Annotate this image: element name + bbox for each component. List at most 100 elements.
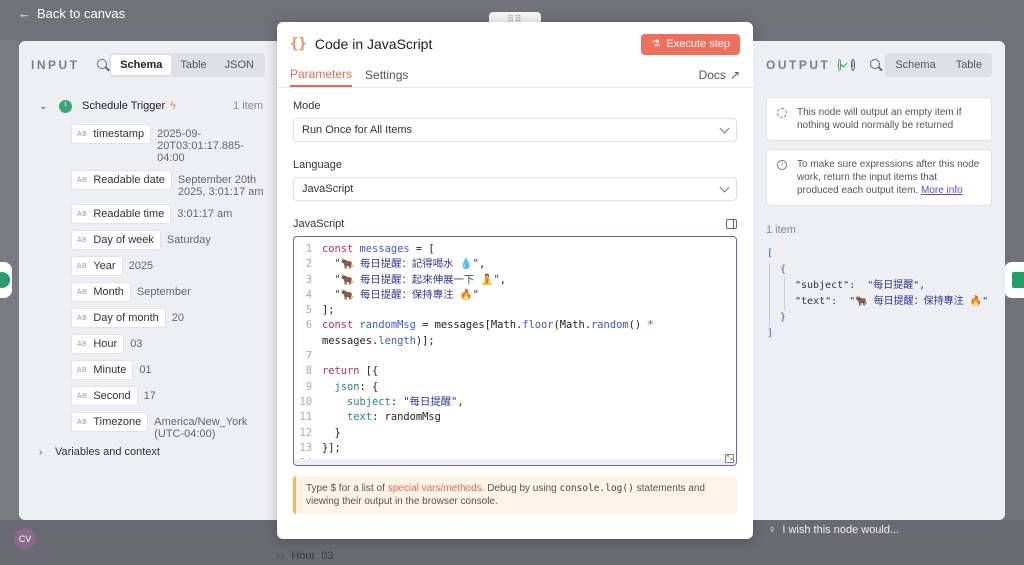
code-line[interactable]: 3 "🐂 每日提醒：起來伸展一下 🧘", — [294, 273, 736, 288]
field-pill[interactable]: AB Hour — [71, 334, 125, 354]
line-number: 6 — [305, 319, 312, 332]
json-value: "🐂 每日提醒：保持專注 🔥" — [849, 296, 989, 307]
code-line[interactable]: 1 const messages = [ — [294, 242, 736, 257]
view-schema[interactable]: Schema — [885, 53, 945, 77]
code-line[interactable]: 10 subject: "每日提醒", — [294, 395, 736, 410]
field-value: 2025-09-20T03:01:17.885-04:00 — [157, 128, 244, 164]
code-line[interactable]: 8 return [{ — [294, 364, 736, 379]
code-editor[interactable]: 1 const messages = [2 "🐂 每日提醒：記得喝水 💧", 3 "… — [293, 236, 737, 466]
field-value: 20 — [171, 312, 185, 324]
code-line[interactable]: 2 "🐂 每日提醒：記得喝水 💧", — [294, 257, 736, 272]
horizontal-scrollbar[interactable] — [294, 459, 736, 465]
code-text: "🐂 每日提醒：保持專注 🔥" — [334, 288, 479, 301]
info-icon[interactable]: i — [850, 59, 855, 71]
input-panel-title: INPUT — [31, 58, 80, 72]
field-name: Day of week — [93, 234, 154, 246]
canvas-node-left[interactable] — [0, 262, 12, 298]
hour-value: 03 — [321, 550, 334, 562]
mode-select[interactable]: Run Once for All Items — [293, 118, 737, 142]
field-pill[interactable]: AB Minute — [71, 360, 134, 380]
hint-text: Type $ for a list of — [306, 483, 388, 494]
search-icon[interactable] — [869, 58, 877, 72]
line-number: 12 — [299, 426, 312, 439]
json-entry: "text": "🐂 每日提醒：保持專注 🔥" — [795, 296, 989, 307]
modal-tabs: Parameters Settings Docs ↗ — [277, 66, 753, 88]
chevron-down-icon[interactable]: ⌄ — [39, 101, 51, 112]
field-pill[interactable]: AB Day of month — [71, 308, 166, 328]
code-line[interactable]: messages.length)]; — [294, 334, 736, 349]
chevron-down-icon — [719, 123, 730, 133]
code-text: const messages = [ — [322, 243, 435, 255]
field-pill[interactable]: AB Readable time — [71, 204, 172, 224]
side-panel-icon[interactable] — [726, 219, 737, 229]
code-text: "🐂 每日提醒：記得喝水 💧", — [334, 258, 486, 271]
field-name: Second — [93, 390, 131, 402]
code-text: subject: "每日提醒", — [347, 395, 464, 408]
empty-output-notice: This node will output an empty item if n… — [766, 97, 992, 141]
line-number: 10 — [299, 395, 312, 408]
field-name: Readable time — [93, 208, 165, 220]
more-info-link[interactable]: More info — [921, 185, 963, 196]
field-row: AB Readable date September 20th 2025, 3:01… — [71, 170, 277, 198]
line-number: 2 — [305, 258, 312, 271]
code-line[interactable]: 6 const randomMsg = messages[Math.floor(M… — [294, 318, 736, 333]
code-text: } — [322, 426, 341, 439]
view-json[interactable]: JSON — [216, 55, 263, 75]
code-braces-icon: {} — [290, 36, 307, 52]
field-pill[interactable]: AB Year — [71, 256, 123, 276]
tab-parameters[interactable]: Parameters — [290, 67, 353, 87]
input-view-switcher: Schema Table JSON — [109, 53, 265, 77]
code-line[interactable]: 9 json: { — [294, 380, 736, 395]
chevron-right-icon: › — [39, 446, 43, 458]
tab-settings[interactable]: Settings — [365, 68, 408, 87]
search-icon[interactable] — [96, 58, 105, 72]
code-text: return [{ — [322, 365, 379, 378]
clock-icon — [59, 99, 72, 113]
code-line[interactable]: 4 "🐂 每日提醒：保持專注 🔥" — [294, 288, 736, 303]
field-pill[interactable]: AB Month — [71, 282, 131, 302]
json-object: { "subject": "每日提醒", "text": "🐂 每日提醒：保持專… — [769, 262, 1005, 326]
node-title[interactable]: Code in JavaScript — [315, 36, 433, 52]
flask-icon: ⚗ — [651, 38, 661, 50]
code-line[interactable]: 7 — [294, 349, 736, 364]
execute-step-button[interactable]: ⚗ Execute step — [641, 33, 740, 55]
language-select[interactable]: JavaScript — [293, 177, 737, 201]
json-key: "text" — [795, 296, 832, 307]
field-pill[interactable]: AB Readable date — [71, 170, 172, 190]
line-number: 7 — [305, 350, 312, 363]
view-table[interactable]: Table — [171, 55, 215, 75]
field-name: Hour — [93, 338, 118, 350]
schema-fields: AB timestamp 2025-09-20T03:01:17.885-04:00… — [19, 124, 277, 440]
back-to-canvas-button[interactable]: ← Back to canvas — [18, 6, 125, 21]
field-pill[interactable]: AB Timezone — [71, 412, 149, 432]
view-table[interactable]: Table — [946, 53, 992, 77]
field-pill[interactable]: AB Second — [71, 386, 138, 406]
field-name: Year — [93, 260, 116, 272]
feedback-link[interactable]: ♀ I wish this node would... — [768, 524, 899, 536]
view-schema[interactable]: Schema — [111, 55, 172, 75]
external-link-icon: ↗ — [729, 68, 740, 82]
docs-link[interactable]: Docs ↗ — [699, 68, 740, 87]
input-panel: INPUT Schema Table JSON ⌄ Schedule Trigg… — [19, 41, 277, 520]
json-value: "每日提醒" — [867, 280, 920, 291]
code-line[interactable]: 12 } — [294, 426, 736, 441]
field-row: AB Day of month 20 — [71, 308, 277, 328]
line-number: 1 — [305, 243, 312, 255]
line-number: 5 — [305, 304, 312, 317]
code-line[interactable]: 13}]; — [294, 441, 736, 456]
string-type-icon: AB — [77, 176, 88, 184]
string-type-icon: AB — [77, 210, 88, 218]
canvas-node-right[interactable] — [1004, 262, 1024, 298]
special-vars-link[interactable]: special vars/methods — [388, 483, 482, 494]
trigger-row[interactable]: ⌄ Schedule Trigger ϟ 1 item — [19, 94, 277, 118]
string-type-icon: AB — [77, 418, 88, 426]
field-value: September — [136, 286, 191, 298]
field-pill[interactable]: AB Day of week — [71, 230, 161, 250]
json-entry: "subject": "每日提醒", — [795, 280, 926, 291]
field-pill[interactable]: AB timestamp — [71, 124, 152, 144]
variables-and-context[interactable]: › Variables and context — [19, 446, 277, 458]
resize-icon[interactable]: ⤡ — [725, 454, 734, 463]
avatar[interactable]: CV — [14, 528, 36, 550]
code-line[interactable]: 11 text: randomMsg — [294, 410, 736, 425]
code-line[interactable]: 5]; — [294, 303, 736, 318]
